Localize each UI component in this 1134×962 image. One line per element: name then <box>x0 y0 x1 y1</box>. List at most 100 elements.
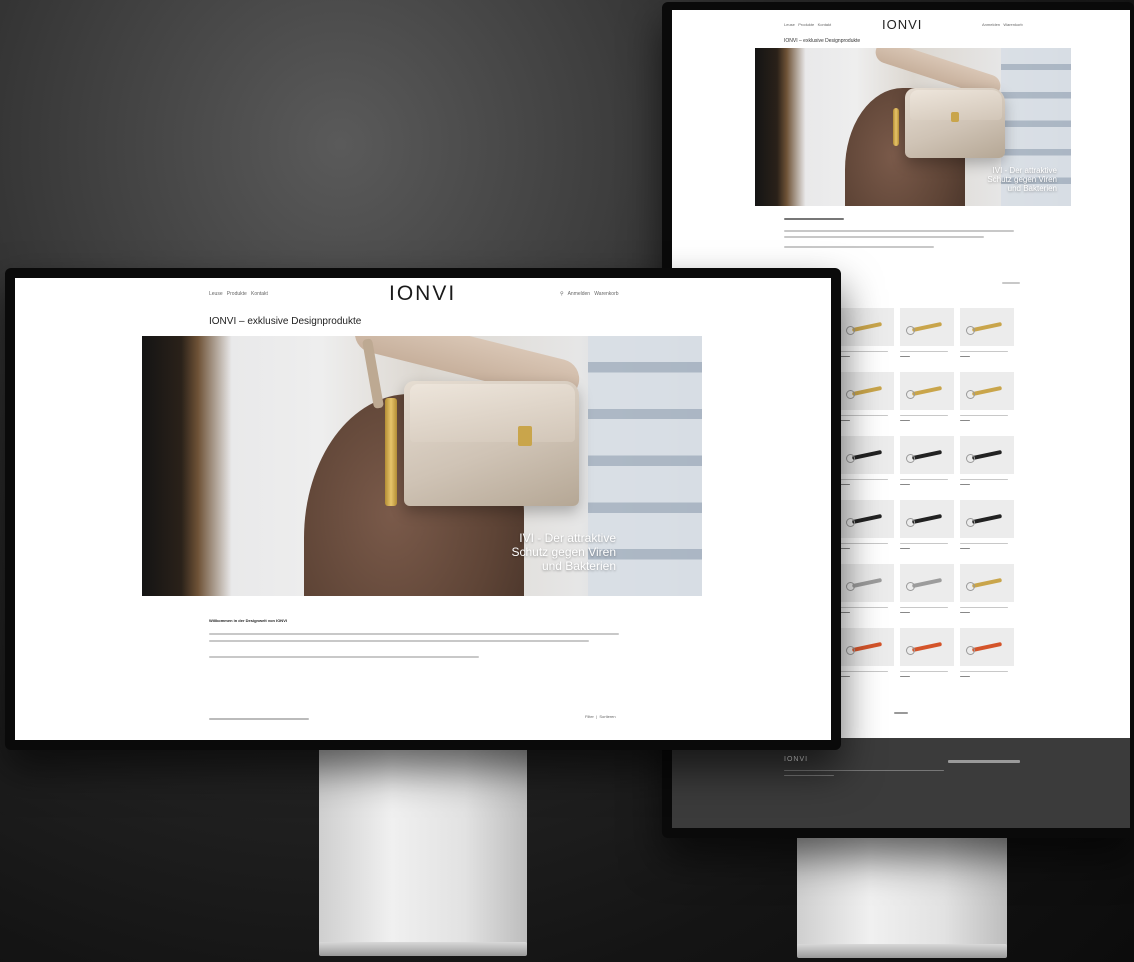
keyring-icon <box>846 390 855 399</box>
product-card[interactable] <box>840 500 894 538</box>
product-card[interactable] <box>960 628 1014 666</box>
product-card[interactable] <box>960 500 1014 538</box>
nav-item[interactable]: Produkte <box>227 291 247 297</box>
product-price <box>960 420 970 421</box>
product-price <box>840 548 850 549</box>
back-footer-payment-icons <box>948 760 1020 763</box>
product-caption[interactable] <box>960 543 1008 544</box>
product-price <box>900 420 910 421</box>
product-card[interactable] <box>840 564 894 602</box>
product-caption[interactable] <box>900 351 948 352</box>
keychain-product-image <box>851 577 883 589</box>
nav-cart[interactable]: Warenkorb <box>594 291 618 297</box>
keyring-icon <box>846 582 855 591</box>
product-card[interactable] <box>900 436 954 474</box>
product-price <box>960 676 970 677</box>
back-hero-image: IVI - Der attraktive Schutz gegen Viren … <box>755 48 1071 206</box>
product-price <box>960 548 970 549</box>
back-footer-links[interactable] <box>784 770 944 771</box>
keychain-product-image <box>971 641 1003 653</box>
keychain-product-image <box>971 321 1003 333</box>
nav-item[interactable]: Leuse <box>209 291 223 297</box>
keyring-icon <box>966 454 975 463</box>
product-card[interactable] <box>900 308 954 346</box>
product-card[interactable] <box>840 372 894 410</box>
product-caption[interactable] <box>960 415 1008 416</box>
product-card[interactable] <box>840 436 894 474</box>
product-price <box>960 484 970 485</box>
product-card[interactable] <box>840 628 894 666</box>
keyring-icon <box>846 646 855 655</box>
product-caption[interactable] <box>900 479 948 480</box>
keychain-product-image <box>971 513 1003 525</box>
product-card[interactable] <box>900 628 954 666</box>
product-caption[interactable] <box>900 671 948 672</box>
keychain-product-image <box>851 385 883 397</box>
back-footer-logo[interactable]: IONVI <box>784 756 808 763</box>
front-body-line <box>209 656 479 658</box>
product-caption[interactable] <box>900 607 948 608</box>
front-monitor-stand-foot <box>319 942 527 956</box>
product-price <box>900 484 910 485</box>
nav-item[interactable]: Kontakt <box>251 291 268 297</box>
sort-button[interactable]: Sortieren <box>599 714 615 719</box>
product-card[interactable] <box>900 500 954 538</box>
keychain-product-image <box>971 385 1003 397</box>
product-price <box>840 420 850 421</box>
keychain-product-image <box>911 385 943 397</box>
front-monitor-stand <box>319 750 527 945</box>
product-caption[interactable] <box>840 415 888 416</box>
front-hero-image: IVI - Der attraktive Schutz gegen Viren … <box>142 336 702 596</box>
keychain-product-image <box>971 449 1003 461</box>
front-logo[interactable]: IONVI <box>389 282 456 306</box>
search-icon[interactable]: ⚲ <box>560 291 564 297</box>
product-caption[interactable] <box>840 543 888 544</box>
back-filter-label[interactable] <box>1002 282 1020 284</box>
product-price <box>900 548 910 549</box>
back-nav-right[interactable]: Anmelden Warenkorb <box>982 22 1023 27</box>
product-price <box>840 612 850 613</box>
keyring-icon <box>906 454 915 463</box>
filter-button[interactable]: Filter <box>585 714 594 719</box>
back-more-link[interactable] <box>894 712 908 714</box>
nav-login[interactable]: Anmelden <box>568 291 591 297</box>
product-card[interactable] <box>960 308 1014 346</box>
keyring-icon <box>966 326 975 335</box>
keychain-product-image <box>911 641 943 653</box>
product-card[interactable] <box>960 372 1014 410</box>
back-footer-links[interactable] <box>784 775 834 776</box>
product-card[interactable] <box>960 564 1014 602</box>
keyring-icon <box>966 390 975 399</box>
back-logo[interactable]: IONVI <box>882 17 922 32</box>
back-nav-left[interactable]: Leuse Produkte Kontakt <box>784 22 831 27</box>
product-caption[interactable] <box>900 415 948 416</box>
keyring-icon <box>906 326 915 335</box>
product-caption[interactable] <box>960 671 1008 672</box>
product-caption[interactable] <box>840 479 888 480</box>
product-caption[interactable] <box>840 671 888 672</box>
product-caption[interactable] <box>840 607 888 608</box>
front-nav-right: ⚲ Anmelden Warenkorb <box>560 291 619 297</box>
front-nav-left: Leuse Produkte Kontakt <box>209 291 268 297</box>
keychain-product-image <box>851 321 883 333</box>
product-card[interactable] <box>840 308 894 346</box>
keychain-product-image <box>851 449 883 461</box>
product-caption[interactable] <box>840 351 888 352</box>
keychain-product-image <box>911 513 943 525</box>
keyring-icon <box>966 582 975 591</box>
product-caption[interactable] <box>960 479 1008 480</box>
product-price <box>840 356 850 357</box>
keychain-product-image <box>911 321 943 333</box>
front-category-links[interactable] <box>209 718 309 720</box>
product-card[interactable] <box>960 436 1014 474</box>
product-card[interactable] <box>900 372 954 410</box>
back-footer: IONVI <box>672 738 1130 828</box>
front-monitor: Leuse Produkte Kontakt IONVI ⚲ Anmelden … <box>5 268 841 750</box>
product-caption[interactable] <box>960 607 1008 608</box>
back-monitor-stand <box>797 838 1007 948</box>
product-caption[interactable] <box>900 543 948 544</box>
back-monitor-stand-foot <box>797 944 1007 958</box>
product-caption[interactable] <box>960 351 1008 352</box>
product-card[interactable] <box>900 564 954 602</box>
keychain-product-image <box>851 641 883 653</box>
